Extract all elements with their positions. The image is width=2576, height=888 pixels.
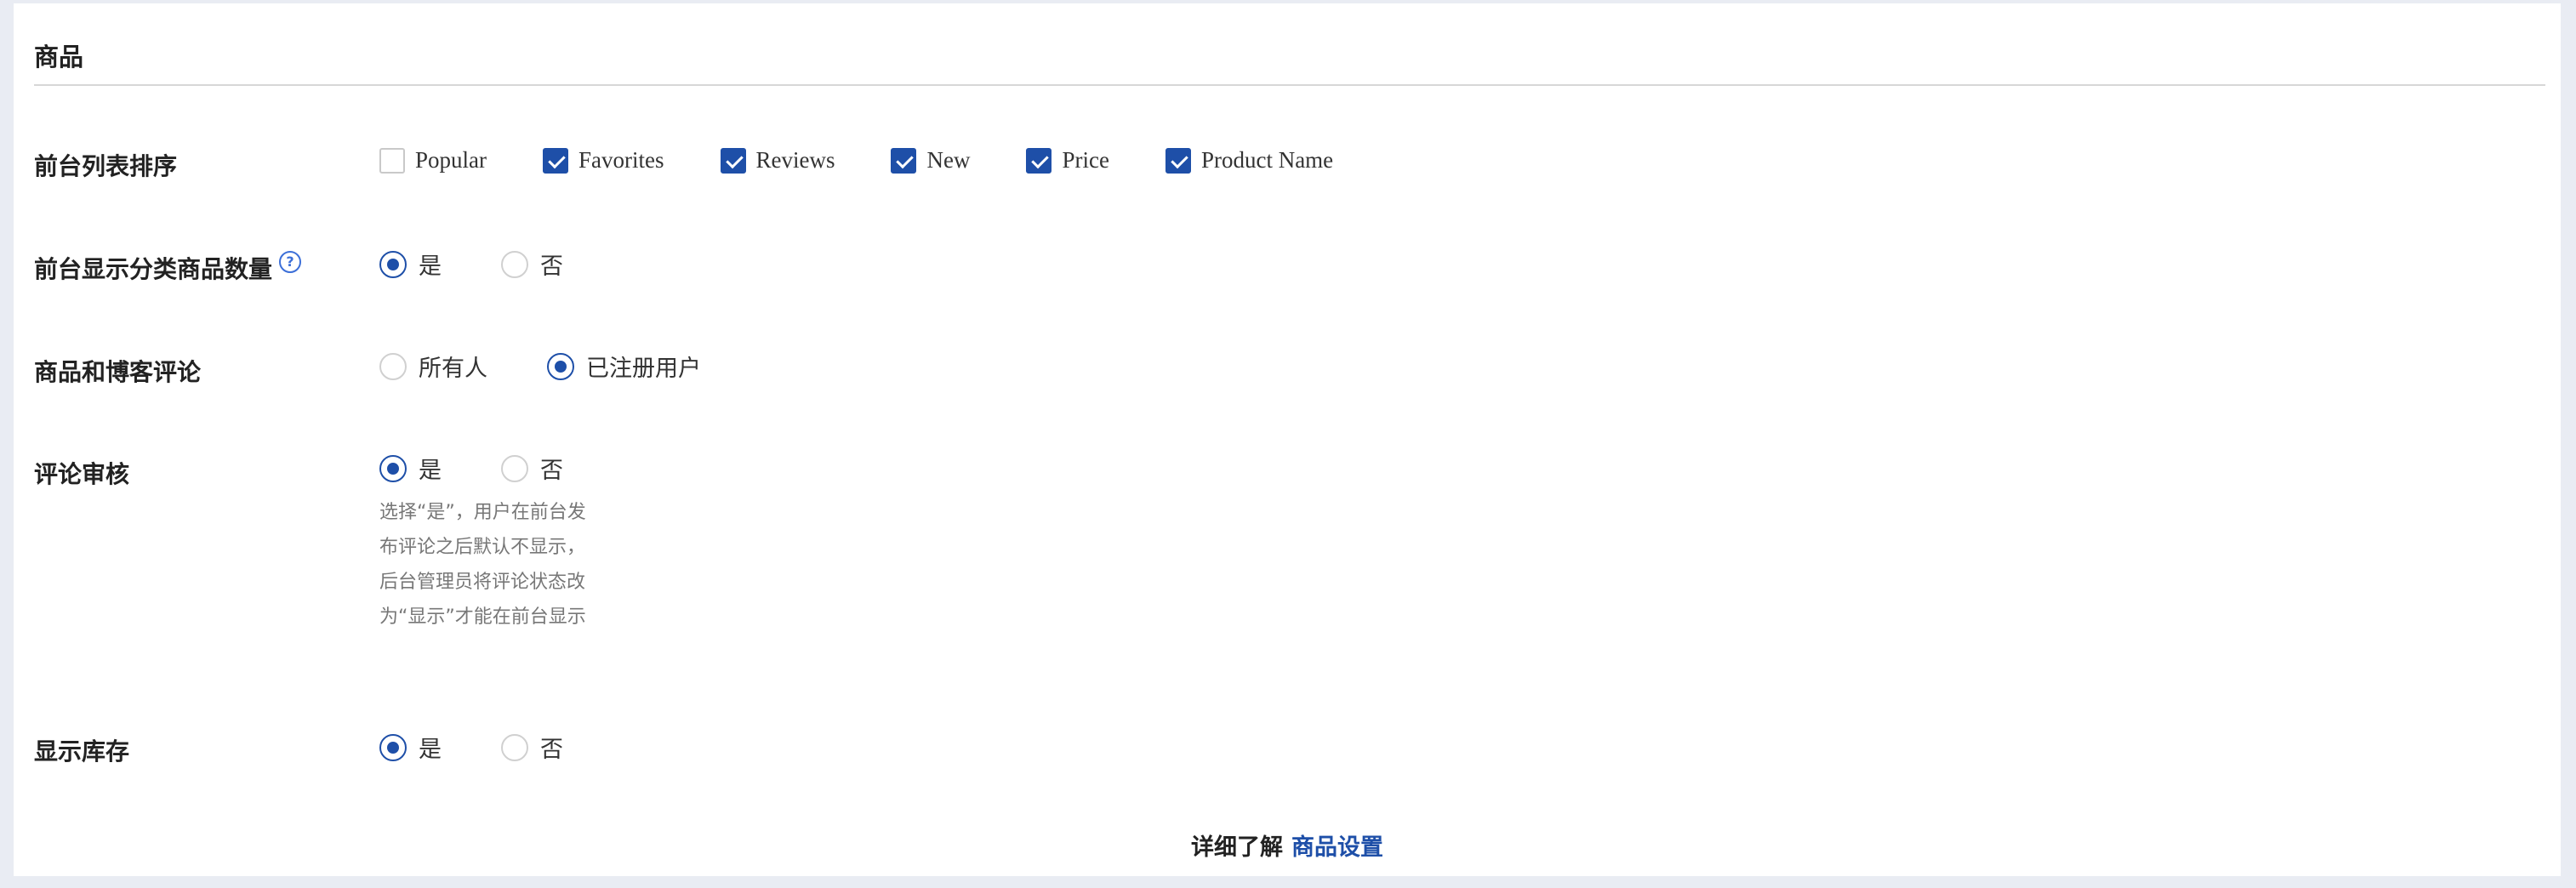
comments-label: 商品和博客评论 bbox=[34, 358, 202, 386]
price-label: Price bbox=[1062, 147, 1109, 173]
comments-registered[interactable]: 已注册用户 bbox=[547, 350, 701, 383]
review-moderation-help-text: 选择“是”，用户在前台发布评论之后默认不显示，后台管理员将评论状态改为“显示”才… bbox=[379, 502, 586, 628]
comments-options: 所有人 已注册用户 bbox=[379, 350, 701, 383]
sort-option-product-name[interactable]: Product Name bbox=[1165, 147, 1333, 174]
product-settings-link[interactable]: 商品设置 bbox=[1291, 834, 1383, 861]
sort-option-reviews[interactable]: Reviews bbox=[720, 147, 835, 174]
review-moderation-yes-radio[interactable] bbox=[379, 454, 407, 482]
show-stock-yes-radio[interactable] bbox=[379, 733, 407, 761]
show-stock-label: 显示库存 bbox=[34, 737, 130, 766]
comments-registered-label: 已注册用户 bbox=[586, 356, 701, 382]
review-moderation-no-label: 否 bbox=[540, 458, 563, 484]
review-moderation-options: 是 否 bbox=[379, 452, 563, 485]
category-count-options: 是 否 bbox=[379, 248, 563, 281]
review-moderation-no-radio[interactable] bbox=[501, 454, 528, 482]
comments-everyone[interactable]: 所有人 bbox=[379, 350, 487, 383]
category-count-yes[interactable]: 是 bbox=[379, 248, 442, 281]
favorites-checkbox[interactable] bbox=[543, 147, 568, 174]
category-count-yes-radio[interactable] bbox=[379, 250, 407, 278]
section-divider bbox=[34, 84, 2545, 86]
comments-everyone-radio[interactable] bbox=[379, 352, 407, 380]
show-stock-yes[interactable]: 是 bbox=[379, 731, 442, 764]
review-moderation-label: 评论审核 bbox=[34, 460, 130, 488]
new-label: New bbox=[926, 147, 971, 173]
show-stock-options: 是 否 bbox=[379, 731, 563, 764]
settings-panel: 商品 前台列表排序 Popular Favorites Reviews New … bbox=[14, 0, 2561, 876]
footer: 详细了解 商品设置 bbox=[14, 828, 2561, 862]
product-name-checkbox[interactable] bbox=[1165, 147, 1191, 174]
price-checkbox[interactable] bbox=[1026, 147, 1052, 174]
popular-checkbox[interactable] bbox=[379, 147, 405, 174]
list-sort-options: Popular Favorites Reviews New Price Prod… bbox=[379, 147, 1333, 174]
review-moderation-yes[interactable]: 是 bbox=[379, 452, 442, 485]
popular-label: Popular bbox=[415, 147, 487, 173]
category-count-no-radio[interactable] bbox=[501, 250, 528, 278]
question-circle-icon[interactable]: ? bbox=[279, 251, 302, 273]
sort-option-price[interactable]: Price bbox=[1026, 147, 1109, 174]
comments-everyone-label: 所有人 bbox=[419, 356, 487, 382]
show-stock-no-label: 否 bbox=[540, 737, 563, 763]
category-count-no[interactable]: 否 bbox=[501, 248, 563, 281]
review-moderation-yes-label: 是 bbox=[419, 458, 442, 484]
category-count-label-wrap: 前台显示分类商品数量? bbox=[34, 251, 302, 285]
show-stock-no[interactable]: 否 bbox=[501, 731, 563, 764]
category-count-label: 前台显示分类商品数量 bbox=[34, 255, 273, 283]
sort-option-new[interactable]: New bbox=[891, 147, 970, 174]
favorites-label: Favorites bbox=[578, 147, 664, 173]
list-sort-label: 前台列表排序 bbox=[34, 152, 178, 180]
reviews-label: Reviews bbox=[755, 147, 835, 173]
category-count-yes-label: 是 bbox=[419, 253, 442, 280]
sort-option-popular[interactable]: Popular bbox=[379, 147, 487, 174]
show-stock-no-radio[interactable] bbox=[501, 733, 528, 761]
reviews-checkbox[interactable] bbox=[720, 147, 746, 174]
category-count-no-label: 否 bbox=[540, 253, 563, 280]
product-name-label: Product Name bbox=[1200, 147, 1334, 173]
new-checkbox[interactable] bbox=[891, 147, 917, 174]
sort-option-favorites[interactable]: Favorites bbox=[543, 147, 664, 174]
review-moderation-no[interactable]: 否 bbox=[501, 452, 563, 485]
show-stock-yes-label: 是 bbox=[419, 737, 442, 763]
section-title: 商品 bbox=[34, 43, 84, 71]
footer-prefix: 详细了解 bbox=[1191, 834, 1283, 861]
comments-registered-radio[interactable] bbox=[547, 352, 574, 380]
